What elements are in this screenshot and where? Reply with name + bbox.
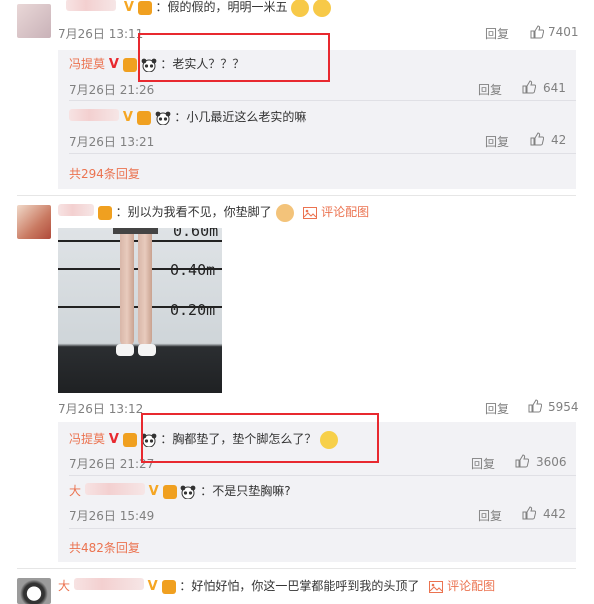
comment-time: 7月26日 13:12 — [58, 402, 144, 416]
member-badge-icon — [162, 484, 177, 499]
username[interactable]: 冯提莫 — [69, 57, 105, 71]
comment-text: ：假的假的，明明一米五 — [155, 0, 288, 14]
like-icon[interactable] — [528, 399, 542, 413]
verified-icon: V — [108, 57, 119, 72]
reply-button[interactable]: 回复 — [478, 507, 502, 524]
like-icon[interactable] — [522, 506, 536, 520]
member-badge-icon — [122, 432, 137, 447]
member-badge-icon — [161, 579, 176, 594]
panda-icon — [180, 485, 196, 499]
reply-button[interactable]: 回复 — [485, 400, 509, 417]
like-icon[interactable] — [522, 80, 536, 94]
verified-icon: V — [148, 484, 159, 499]
comment-photo[interactable]: 0.60m 0.40m 0.20m — [58, 228, 222, 393]
member-badge-icon — [136, 110, 151, 125]
dog-emoji-icon — [275, 203, 294, 222]
username[interactable] — [58, 204, 94, 216]
username[interactable] — [66, 0, 116, 11]
like-icon[interactable] — [515, 454, 529, 468]
comment-header: ：别以为我看不见，你垫脚了 评论配图 — [58, 203, 369, 222]
divider — [69, 528, 576, 529]
comment-text: ：别以为我看不见，你垫脚了 — [115, 205, 272, 219]
highlight-box — [138, 33, 330, 82]
divider — [17, 195, 576, 196]
like-count: 442 — [543, 507, 566, 521]
like-icon[interactable] — [530, 25, 544, 39]
comment-header: 大 V ：好怕好怕，你这一巴掌都能呼到我的头顶了 评论配图 — [58, 577, 495, 595]
like-count: 42 — [551, 133, 567, 147]
like-count: 7401 — [548, 25, 579, 39]
username[interactable] — [69, 109, 119, 121]
like-count: 5954 — [548, 400, 579, 414]
username-prefix[interactable]: 大 — [58, 579, 70, 593]
reply-button[interactable]: 回复 — [478, 81, 502, 98]
like-count: 641 — [543, 81, 566, 95]
username[interactable]: 冯提莫 — [69, 432, 105, 446]
divider — [17, 568, 576, 569]
like-icon[interactable] — [530, 132, 544, 146]
divider — [69, 153, 576, 154]
height-label: 0.60m — [173, 228, 219, 240]
image-icon[interactable] — [303, 206, 318, 219]
comment-pic-link[interactable]: 评论配图 — [447, 579, 495, 593]
member-badge-icon — [137, 0, 152, 15]
divider — [69, 475, 576, 476]
grin-emoji-icon — [313, 0, 332, 17]
reply-button[interactable]: 回复 — [485, 133, 509, 150]
reply-time: 7月26日 13:21 — [69, 135, 155, 149]
divider — [69, 100, 576, 101]
comment-pic-link[interactable]: 评论配图 — [321, 205, 369, 219]
reply-text: ：不是只垫胸嘛? — [200, 484, 291, 498]
reply-row: 大 V ：不是只垫胸嘛? — [69, 482, 291, 500]
member-badge-icon — [97, 205, 112, 220]
username-prefix[interactable]: 大 — [69, 484, 81, 498]
grin-emoji-icon — [291, 0, 310, 17]
panda-icon — [155, 111, 170, 125]
more-replies-link[interactable]: 共294条回复 — [69, 165, 140, 182]
reply-time: 7月26日 15:49 — [69, 509, 155, 523]
highlight-box — [141, 413, 379, 463]
image-icon[interactable] — [429, 580, 444, 593]
legs — [138, 228, 152, 346]
avatar[interactable] — [17, 4, 51, 38]
reply-button[interactable]: 回复 — [471, 455, 495, 472]
height-label: 0.40m — [170, 261, 216, 279]
reply-text: ：小几最近这么老实的嘛 — [174, 110, 307, 124]
verified-icon: V — [122, 110, 133, 125]
avatar[interactable] — [17, 578, 51, 604]
comment-time: 7月26日 13:11 — [58, 27, 144, 41]
skirt — [113, 228, 158, 234]
member-badge-icon — [122, 57, 137, 72]
verified-icon: V — [147, 579, 158, 594]
shoe — [138, 344, 156, 356]
comment-header: V ：假的假的，明明一米五 — [66, 0, 332, 17]
like-count: 3606 — [536, 455, 567, 469]
reply-time: 7月26日 21:26 — [69, 83, 155, 97]
reply-row: V ：小几最近这么老实的嘛 — [69, 108, 306, 126]
reply-button[interactable]: 回复 — [485, 25, 509, 42]
more-replies-link[interactable]: 共482条回复 — [69, 539, 140, 556]
legs — [120, 228, 134, 346]
avatar[interactable] — [17, 205, 51, 239]
comment-text: ：好怕好怕，你这一巴掌都能呼到我的头顶了 — [179, 579, 420, 593]
shoe — [116, 344, 134, 356]
verified-icon: V — [123, 0, 134, 15]
verified-icon: V — [108, 432, 119, 447]
username[interactable] — [84, 483, 145, 495]
height-label: 0.20m — [170, 301, 216, 319]
username[interactable] — [73, 578, 144, 590]
